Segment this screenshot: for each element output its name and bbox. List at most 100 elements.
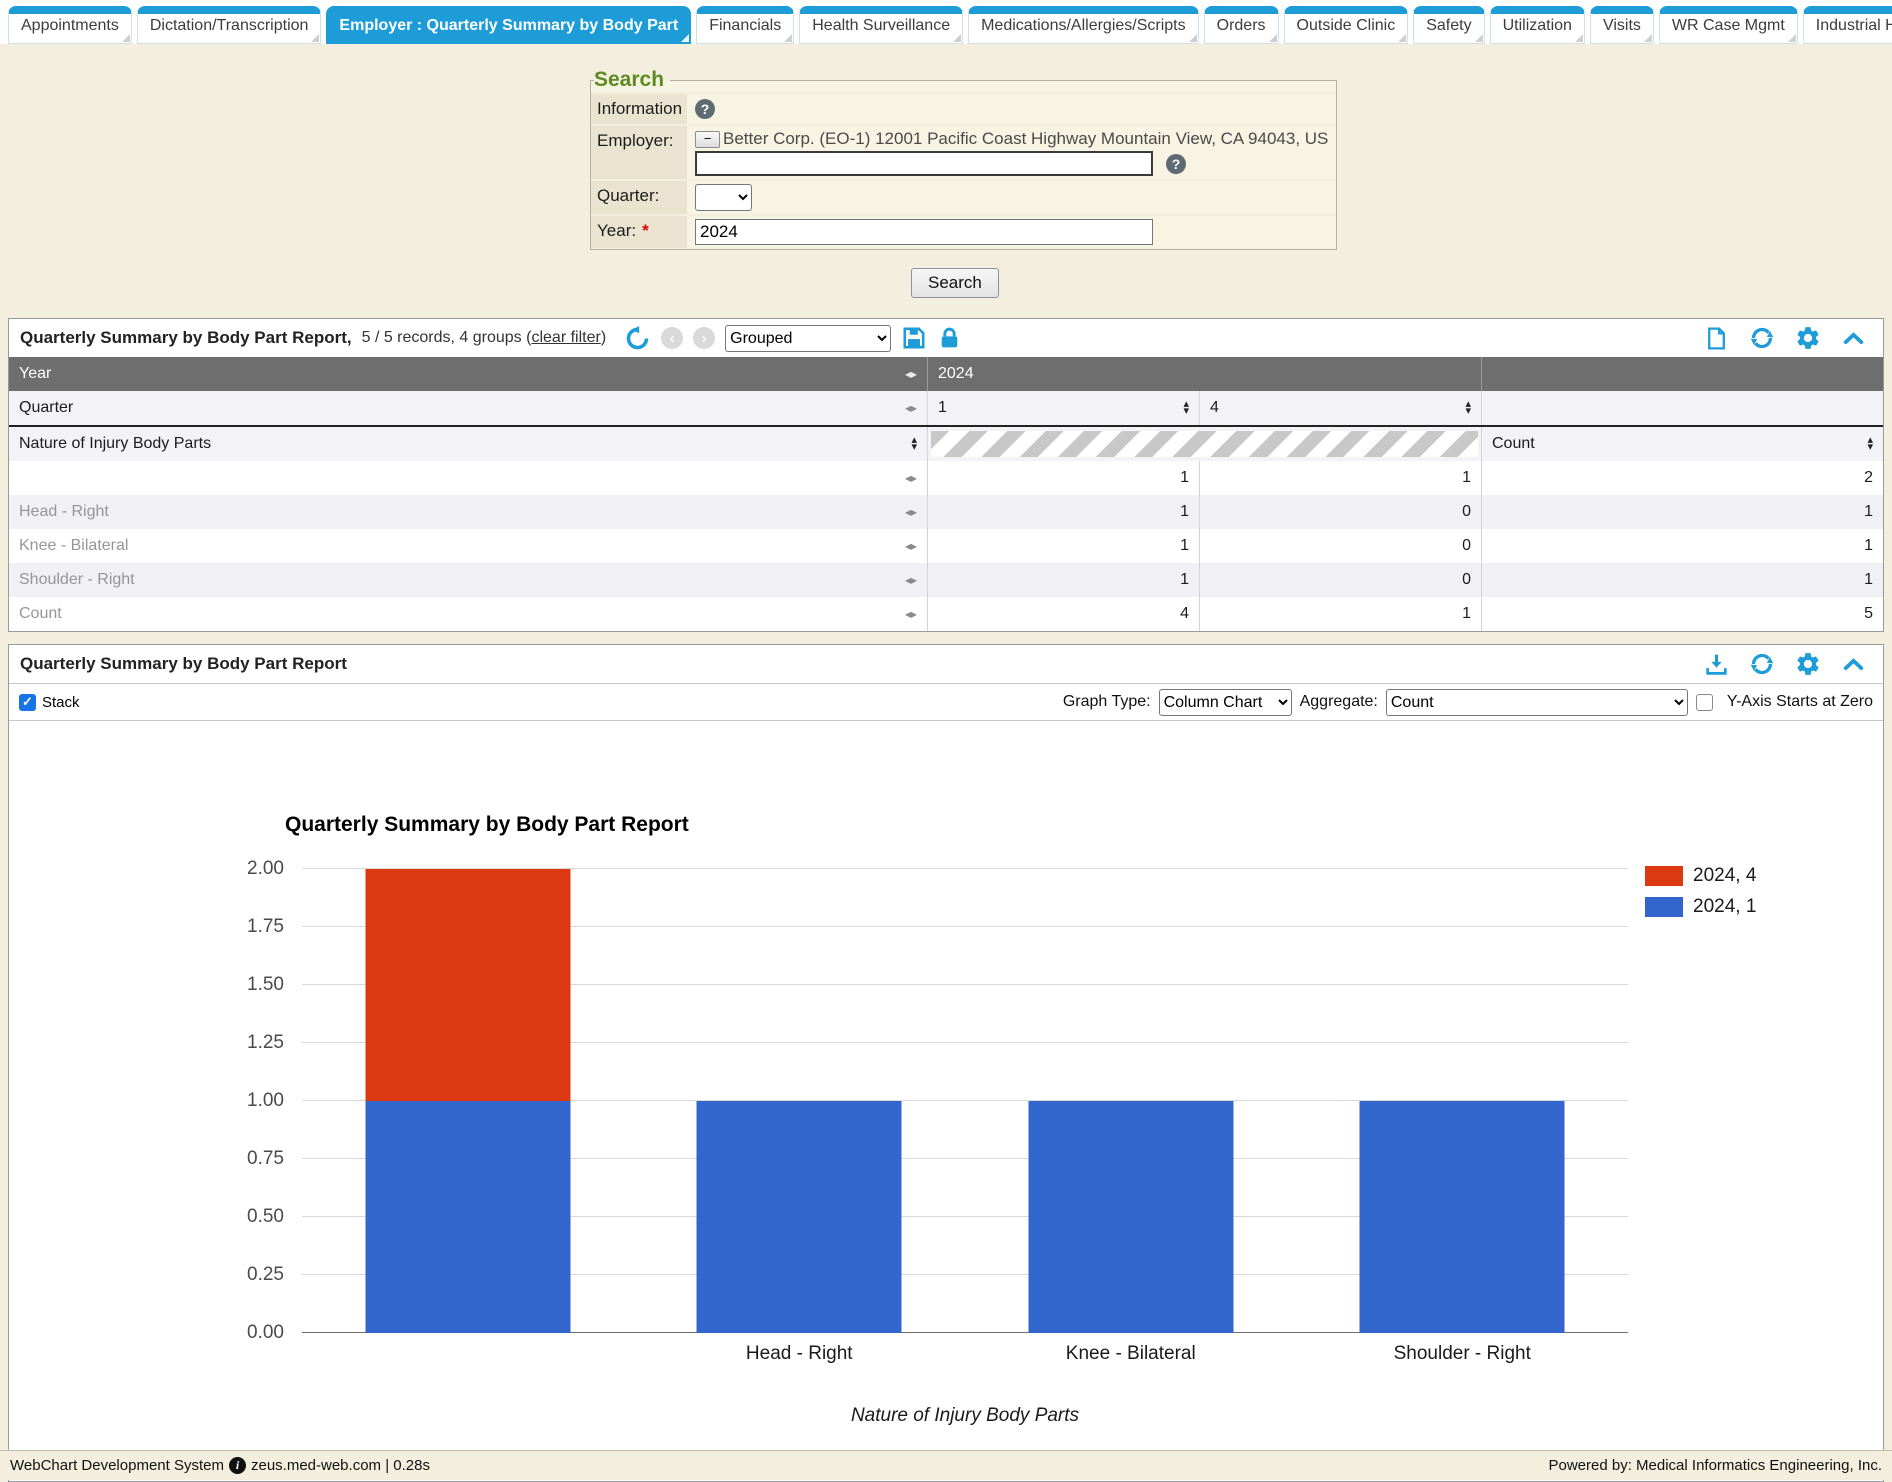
search-button[interactable]: Search bbox=[911, 268, 999, 298]
tab-orders[interactable]: Orders bbox=[1204, 6, 1279, 44]
settings-gear-icon[interactable] bbox=[1795, 325, 1821, 351]
prev-page-icon[interactable]: ‹ bbox=[661, 327, 683, 349]
download-icon[interactable] bbox=[1704, 652, 1729, 677]
footer-host: zeus.med-web.com | 0.28s bbox=[251, 1457, 430, 1474]
x-category-label: Head - Right bbox=[746, 1343, 853, 1365]
save-icon[interactable] bbox=[901, 325, 927, 351]
stack-checkbox[interactable]: ✓ bbox=[19, 694, 36, 711]
y-tick-label: 1.50 bbox=[194, 974, 284, 996]
chart-legend: 2024, 42024, 1 bbox=[1645, 865, 1756, 918]
y-tick-label: 0.75 bbox=[194, 1148, 284, 1170]
quarter-header-row: Quarter ◂▸ 1 ▴▾ 4 ▴▾ bbox=[9, 391, 1883, 425]
bar-shoulder-right bbox=[1360, 1101, 1565, 1333]
report-panel: Quarterly Summary by Body Part Report, 5… bbox=[8, 318, 1884, 632]
tab-employer-quarterly-summary-by-body-part[interactable]: Employer : Quarterly Summary by Body Par… bbox=[326, 6, 691, 44]
q4-value-cell: 0 bbox=[1199, 495, 1481, 529]
year-row: Year: * bbox=[591, 214, 1336, 248]
employer-input[interactable] bbox=[695, 151, 1153, 176]
collapse-panel-icon[interactable] bbox=[1841, 652, 1866, 677]
y-axis-zero-label: Y-Axis Starts at Zero bbox=[1727, 693, 1873, 711]
refresh-icon[interactable] bbox=[1749, 325, 1775, 351]
y-tick-label: 2.00 bbox=[194, 858, 284, 880]
count-value-cell: 1 bbox=[1481, 529, 1883, 563]
information-label: Information bbox=[591, 94, 687, 124]
sort-icon[interactable]: ▴▾ bbox=[1183, 401, 1189, 415]
bar-segment bbox=[697, 1101, 902, 1333]
move-row-icon[interactable]: ◂▸ bbox=[905, 607, 917, 621]
chart-plot: 2.001.751.501.251.000.750.500.250.00Head… bbox=[302, 869, 1628, 1333]
info-icon[interactable]: i bbox=[229, 1457, 246, 1474]
legend-item: 2024, 1 bbox=[1645, 896, 1756, 918]
move-row-icon[interactable]: ◂▸ bbox=[905, 471, 917, 485]
move-row-icon[interactable]: ◂▸ bbox=[905, 539, 917, 553]
chart-panel-title: Quarterly Summary by Body Part Report bbox=[20, 654, 347, 674]
tab-outside-clinic[interactable]: Outside Clinic bbox=[1284, 6, 1409, 44]
chart-controls: ✓ Stack Graph Type: Column Chart Aggrega… bbox=[9, 683, 1883, 721]
bar-segment bbox=[1028, 1101, 1233, 1333]
tab-health-surveillance[interactable]: Health Surveillance bbox=[799, 6, 963, 44]
graph-type-label: Graph Type: bbox=[1063, 693, 1151, 711]
report-summary: 5 / 5 records, 4 groups (clear filter) bbox=[362, 329, 607, 347]
tab-visits[interactable]: Visits bbox=[1590, 6, 1654, 44]
employer-help-icon[interactable]: ? bbox=[1166, 154, 1186, 174]
table-row: Knee - Bilateral◂▸101 bbox=[9, 529, 1883, 563]
undo-icon[interactable] bbox=[624, 325, 651, 352]
q4-value-cell: 0 bbox=[1199, 529, 1481, 563]
quarter-select[interactable] bbox=[695, 184, 752, 211]
tab-utilization[interactable]: Utilization bbox=[1490, 6, 1585, 44]
move-column-icon[interactable]: ◂▸ bbox=[905, 367, 917, 381]
row-label: Shoulder - Right bbox=[19, 571, 135, 589]
tab-dictation-transcription[interactable]: Dictation/Transcription bbox=[137, 6, 322, 44]
move-row-icon[interactable]: ◂▸ bbox=[905, 573, 917, 587]
collapse-panel-icon[interactable] bbox=[1841, 326, 1866, 351]
sort-icon[interactable]: ▴▾ bbox=[1867, 437, 1873, 451]
tab-label: Safety bbox=[1426, 17, 1471, 35]
tab-industrial-hygiene[interactable]: Industrial Hygiene bbox=[1803, 6, 1892, 44]
tab-safety[interactable]: Safety bbox=[1413, 6, 1484, 44]
year-value-cell: 2024 bbox=[927, 357, 1481, 391]
q4-value-cell: 1 bbox=[1199, 461, 1481, 495]
y-axis-zero-checkbox[interactable] bbox=[1696, 694, 1713, 711]
refresh-icon[interactable] bbox=[1749, 651, 1775, 677]
bar-segment bbox=[1360, 1101, 1565, 1333]
move-column-icon[interactable]: ◂▸ bbox=[905, 401, 917, 415]
tab-medications-allergies-scripts[interactable]: Medications/Allergies/Scripts bbox=[968, 6, 1199, 44]
clear-filter-link[interactable]: clear filter bbox=[531, 329, 600, 346]
report-table: Year ◂▸ 2024 Quarter ◂▸ 1 ▴▾ 4 ▴▾ Natu bbox=[9, 357, 1883, 631]
settings-gear-icon[interactable] bbox=[1795, 651, 1821, 677]
x-category-label: Shoulder - Right bbox=[1394, 1343, 1531, 1365]
tab-financials[interactable]: Financials bbox=[696, 6, 794, 44]
table-row: Head - Right◂▸101 bbox=[9, 495, 1883, 529]
new-document-icon[interactable] bbox=[1704, 326, 1729, 351]
row-label-cell: Knee - Bilateral◂▸ bbox=[9, 529, 927, 563]
hatched-placeholder bbox=[931, 431, 1478, 457]
q1-value-cell: 1 bbox=[927, 461, 1199, 495]
year-header-label: Year bbox=[19, 365, 51, 383]
y-tick-label: 0.50 bbox=[194, 1206, 284, 1228]
graph-type-select[interactable]: Column Chart bbox=[1159, 689, 1292, 716]
y-tick-label: 0.00 bbox=[194, 1322, 284, 1344]
q1-value-cell: 1 bbox=[927, 529, 1199, 563]
search-panel: Search Information ? Employer: − Better … bbox=[590, 68, 1337, 250]
row-label-cell: Head - Right◂▸ bbox=[9, 495, 927, 529]
search-section: Search Information ? Employer: − Better … bbox=[0, 44, 1892, 298]
tab-wr-case-mgmt[interactable]: WR Case Mgmt bbox=[1659, 6, 1798, 44]
quarter-col-4: 4 bbox=[1210, 399, 1219, 417]
move-row-icon[interactable]: ◂▸ bbox=[905, 505, 917, 519]
lock-icon[interactable] bbox=[937, 326, 962, 351]
y-tick-label: 1.75 bbox=[194, 916, 284, 938]
information-help-icon[interactable]: ? bbox=[695, 99, 715, 119]
collapse-employer-button[interactable]: − bbox=[695, 131, 720, 148]
tab-appointments[interactable]: Appointments bbox=[8, 6, 132, 44]
sort-icon[interactable]: ▴▾ bbox=[911, 437, 917, 451]
group-mode-select[interactable]: Grouped bbox=[725, 325, 891, 352]
body-parts-header-row: Nature of Injury Body Parts ▴▾ Count ▴▾ bbox=[9, 425, 1883, 461]
year-input[interactable] bbox=[695, 219, 1153, 245]
sort-icon[interactable]: ▴▾ bbox=[1465, 401, 1471, 415]
tab-label: Orders bbox=[1217, 17, 1266, 35]
stack-label: Stack bbox=[42, 694, 80, 711]
aggregate-select[interactable]: Count bbox=[1386, 689, 1688, 716]
q1-value-cell: 1 bbox=[927, 495, 1199, 529]
next-page-icon[interactable]: › bbox=[693, 327, 715, 349]
chart-title: Quarterly Summary by Body Part Report bbox=[285, 813, 689, 837]
